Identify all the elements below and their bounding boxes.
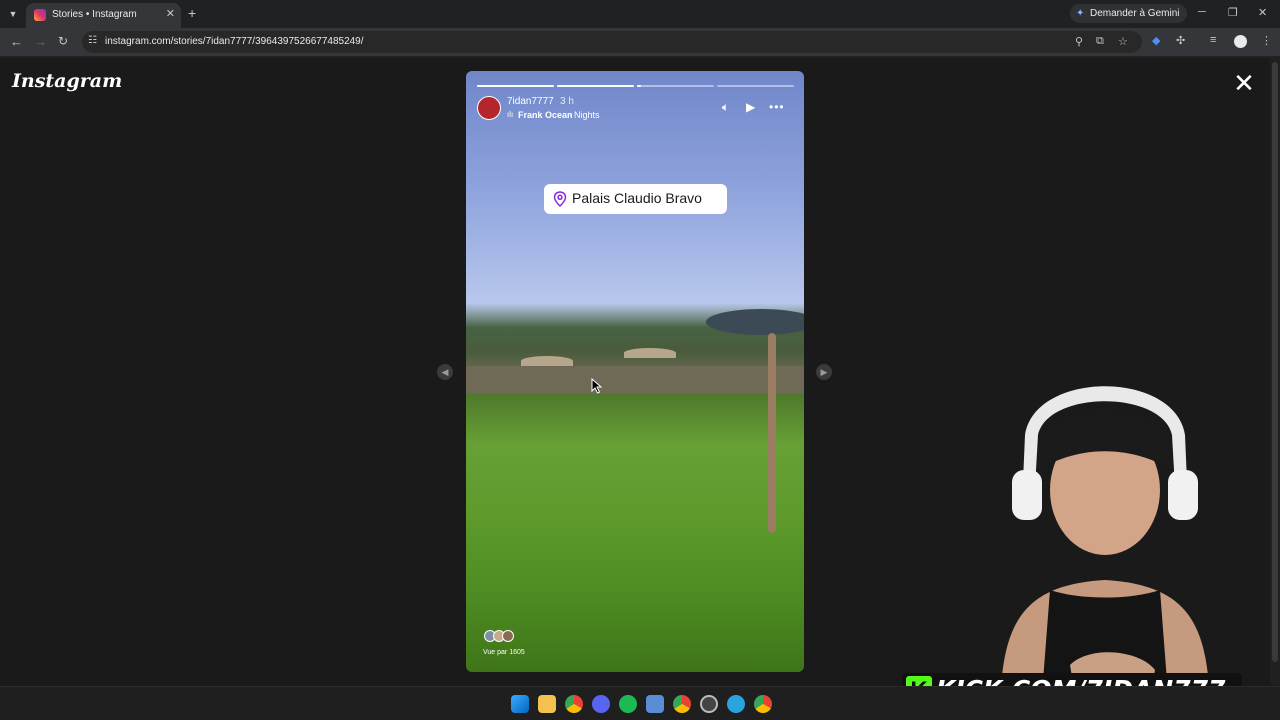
chrome-icon[interactable] — [565, 695, 583, 713]
more-icon[interactable]: ••• — [769, 100, 785, 114]
new-tab-button[interactable]: + — [188, 5, 196, 21]
instagram-logo[interactable]: Instagram — [12, 70, 122, 92]
scrollbar-thumb[interactable] — [1272, 62, 1278, 662]
tab-close-icon[interactable]: ✕ — [166, 7, 175, 20]
gemini-star-icon: ✦ — [1076, 8, 1085, 19]
chrome-profile-icon[interactable] — [673, 695, 691, 713]
music-artist[interactable]: Frank Ocean — [518, 110, 573, 120]
page-scrollbar[interactable] — [1270, 58, 1280, 685]
forward-icon[interactable]: → — [34, 34, 47, 49]
extension-shield-icon[interactable]: ◆ — [1152, 34, 1160, 47]
tab-title: Stories • Instagram — [52, 9, 137, 20]
chrome-menu-icon[interactable]: ⋮ — [1261, 34, 1272, 47]
viewed-by-count[interactable]: Vue par 1605 — [483, 649, 525, 656]
story-wall — [466, 366, 804, 394]
progress-fill — [477, 85, 554, 87]
story-time-ago: 3 h — [560, 96, 574, 107]
profile-avatar[interactable] — [1234, 35, 1247, 48]
story-author-avatar[interactable] — [477, 96, 501, 120]
zoom-icon[interactable]: ⚲ — [1075, 35, 1083, 48]
location-name: Palais Claudio Bravo — [572, 190, 702, 206]
reload-icon[interactable]: ↻ — [58, 34, 68, 48]
minimize-icon[interactable]: ─ — [1198, 6, 1206, 18]
site-info-icon[interactable]: ☷ — [88, 35, 97, 46]
progress-segment — [717, 85, 794, 87]
music-track[interactable]: Nights — [574, 110, 600, 120]
discord-icon[interactable] — [592, 695, 610, 713]
obs-icon[interactable] — [700, 695, 718, 713]
streamer-webcam — [1000, 386, 1210, 720]
window-close-icon[interactable]: ✕ — [1258, 6, 1267, 19]
progress-fill — [637, 85, 641, 87]
windows-start-icon[interactable] — [511, 695, 529, 713]
story-umbrella — [521, 356, 573, 366]
next-story-icon[interactable]: ▶ — [816, 364, 832, 380]
music-bars-icon: ılı — [507, 110, 514, 119]
address-bar[interactable]: ☷ instagram.com/stories/7idan7777/396439… — [82, 31, 1142, 53]
file-explorer-icon[interactable] — [538, 695, 556, 713]
story-table-leg — [768, 333, 776, 533]
telegram-icon[interactable] — [727, 695, 745, 713]
browser-tab-instagram[interactable]: Stories • Instagram ✕ — [26, 3, 181, 28]
progress-fill — [557, 85, 634, 87]
instagram-favicon-icon — [34, 9, 46, 21]
story-umbrella — [624, 348, 676, 358]
spotify-icon[interactable] — [619, 695, 637, 713]
media-controls-icon[interactable]: ≡ — [1210, 34, 1216, 46]
play-icon[interactable]: ▶ — [746, 100, 755, 114]
progress-segment — [637, 85, 714, 87]
viewer-avatars[interactable] — [484, 630, 524, 644]
story-username[interactable]: 7idan7777 — [507, 96, 554, 107]
gemini-button[interactable]: ✦ Demander à Gemini — [1070, 4, 1188, 23]
close-story-icon[interactable]: ✕ — [1233, 70, 1255, 96]
progress-segment — [557, 85, 634, 87]
bookmark-star-icon[interactable]: ☆ — [1118, 35, 1128, 48]
speaker-icon[interactable]: 🔈︎ — [722, 100, 729, 115]
mouse-cursor-icon — [591, 378, 603, 394]
notepad-icon[interactable] — [646, 695, 664, 713]
tab-search-icon[interactable]: ▼ — [4, 5, 22, 23]
music-separator: · — [569, 110, 572, 120]
back-icon[interactable]: ← — [10, 34, 23, 49]
story-card[interactable]: 7idan7777 3 h ılı Frank Ocean · Nights 🔈… — [466, 71, 804, 672]
viewer-avatar — [502, 630, 514, 642]
previous-story-icon[interactable]: ◀ — [437, 364, 453, 380]
url-text[interactable]: instagram.com/stories/7idan7777/39643975… — [105, 36, 364, 47]
chrome-active-icon[interactable] — [754, 695, 772, 713]
progress-segment — [477, 85, 554, 87]
browser-toolbar: ← → ↻ ☷ instagram.com/stories/7idan7777/… — [0, 28, 1280, 56]
windows-taskbar — [0, 686, 1280, 720]
location-sticker[interactable]: Palais Claudio Bravo — [544, 184, 727, 214]
extensions-puzzle-icon[interactable]: ✣ — [1176, 34, 1185, 47]
restore-icon[interactable]: ❐ — [1228, 6, 1238, 19]
gemini-label: Demander à Gemini — [1090, 8, 1180, 19]
install-app-icon[interactable]: ⧉ — [1096, 35, 1104, 48]
browser-tabstrip: ▼ Stories • Instagram ✕ + ✦ Demander à G… — [0, 0, 1280, 28]
location-pin-icon — [553, 191, 567, 207]
